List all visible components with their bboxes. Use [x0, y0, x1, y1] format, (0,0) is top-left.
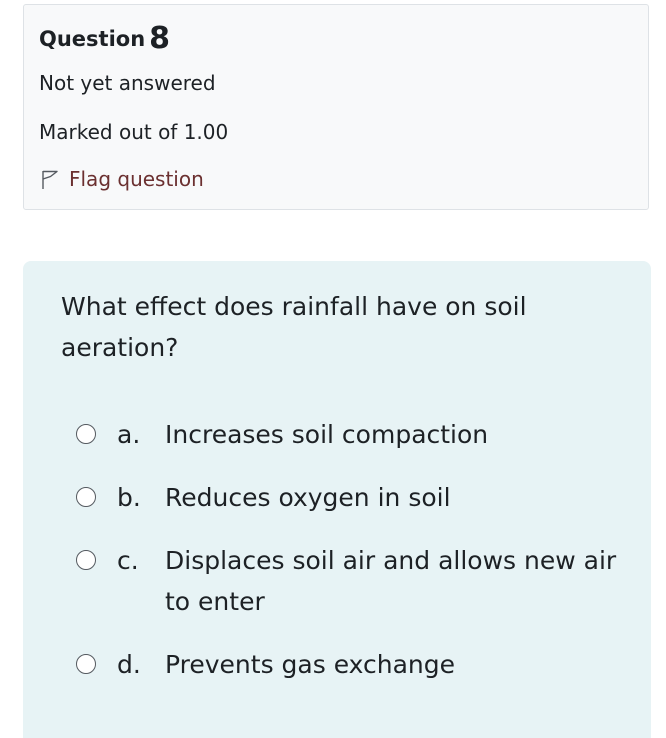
panel-gap — [23, 210, 651, 260]
quiz-page: Question 8 Not yet answered Marked out of… — [0, 0, 666, 738]
answer-number: b. — [117, 483, 141, 512]
answer-option-a[interactable]: a. Increases soil compaction — [76, 414, 625, 455]
flag-question-label: Flag question — [69, 167, 204, 191]
answer-option-d[interactable]: d. Prevents gas exchange — [76, 644, 625, 685]
question-number: 8 — [149, 21, 171, 56]
question-content-panel: What effect does rainfall have on soil a… — [23, 261, 651, 738]
question-text: What effect does rainfall have on soil a… — [61, 292, 527, 362]
answer-label: Reduces oxygen in soil — [165, 483, 451, 512]
question-info-panel: Question 8 Not yet answered Marked out of… — [23, 4, 649, 210]
answer-option-c[interactable]: c. Displaces soil air and allows new air… — [76, 540, 625, 622]
question-state: Not yet answered — [39, 71, 216, 95]
answer-label: Increases soil compaction — [165, 420, 489, 449]
radio-button[interactable] — [76, 424, 96, 444]
answer-number: c. — [117, 546, 139, 575]
flag-outline-icon — [39, 168, 61, 190]
answer-number: d. — [117, 650, 141, 679]
answer-label: Prevents gas exchange — [165, 650, 456, 679]
answer-label: Displaces soil air and allows new air to… — [165, 546, 617, 616]
answer-number: a. — [117, 420, 141, 449]
question-heading: Question 8 — [39, 19, 171, 56]
question-label: Question — [39, 27, 146, 51]
question-grade: Marked out of 1.00 — [39, 120, 229, 144]
answer-option-b[interactable]: b. Reduces oxygen in soil — [76, 477, 625, 518]
radio-button[interactable] — [76, 487, 96, 507]
radio-button[interactable] — [76, 550, 96, 570]
flag-question-link[interactable]: Flag question — [39, 167, 204, 191]
radio-button[interactable] — [76, 654, 96, 674]
